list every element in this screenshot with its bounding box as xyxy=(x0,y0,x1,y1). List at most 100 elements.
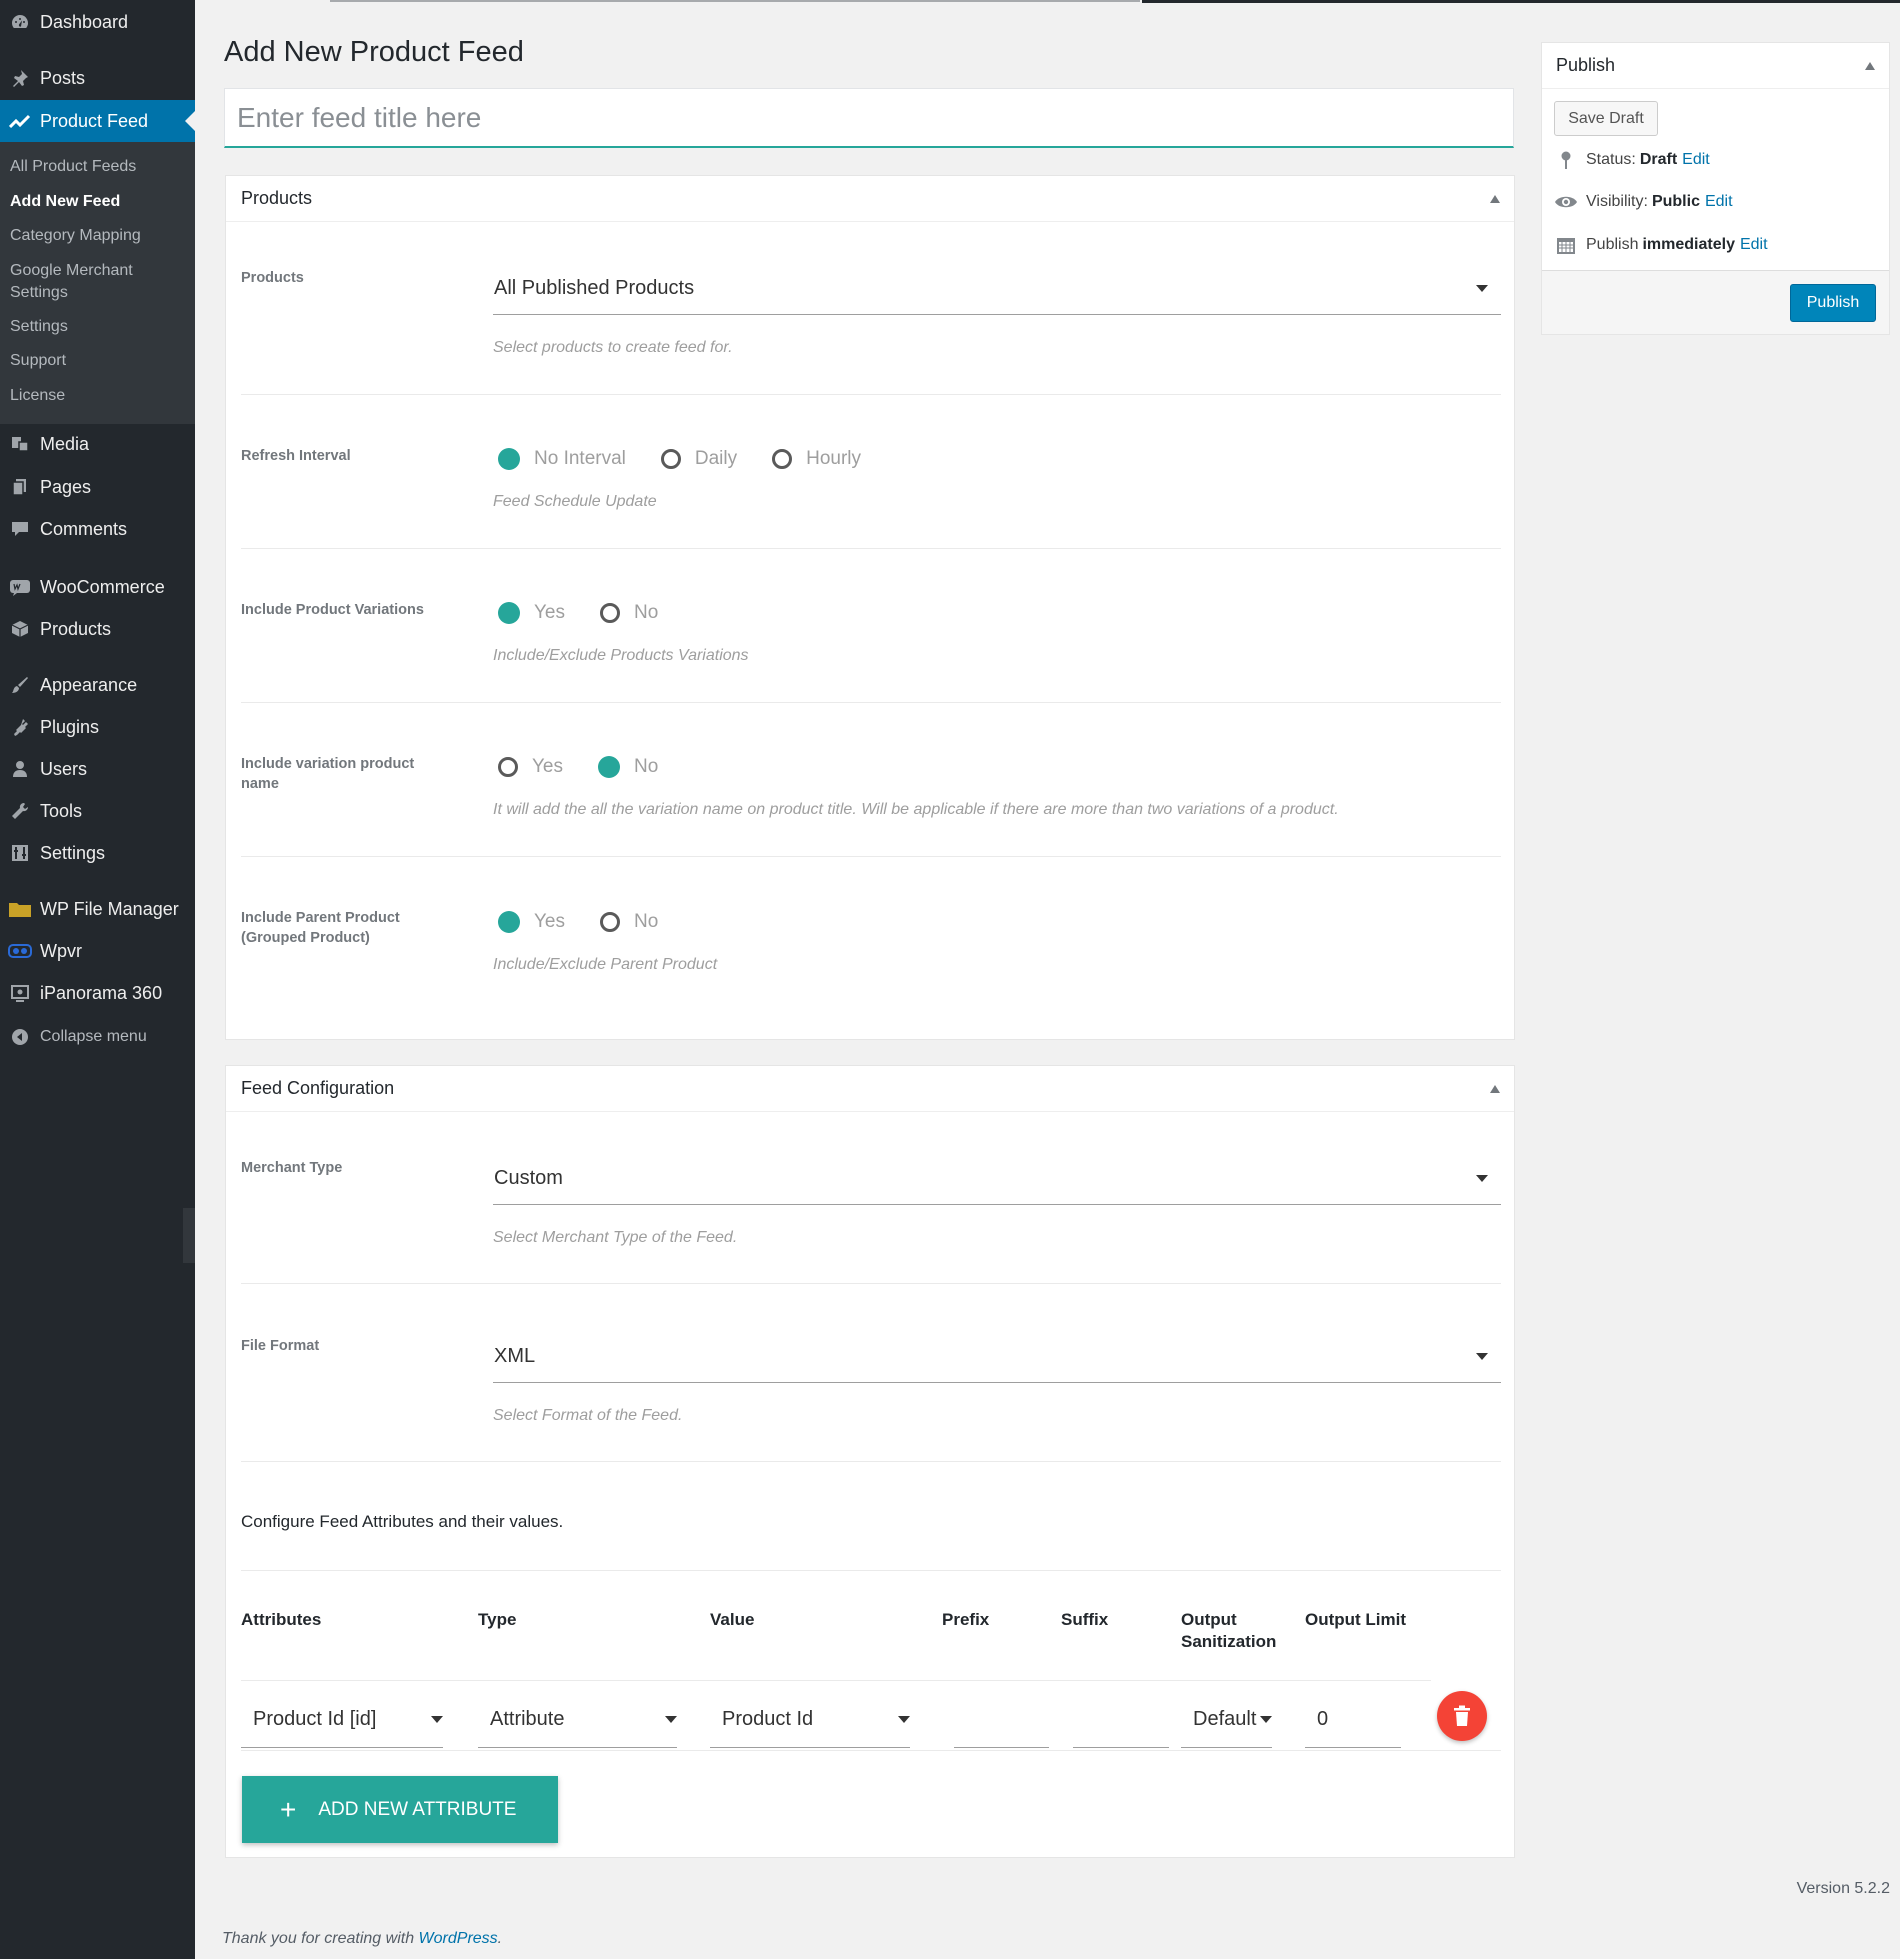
output-limit-input[interactable]: 0 xyxy=(1305,1692,1401,1748)
submenu-settings[interactable]: Settings xyxy=(10,316,68,338)
sidebar-item-users[interactable]: Users xyxy=(0,748,195,790)
suffix-input[interactable] xyxy=(1073,1692,1169,1748)
sidebar-label: iPanorama 360 xyxy=(40,982,163,1003)
radio-dot xyxy=(598,756,620,778)
type-select[interactable]: Attribute xyxy=(478,1692,677,1748)
select-value: XML xyxy=(494,1345,536,1367)
attributes-intro: Configure Feed Attributes and their valu… xyxy=(241,1512,564,1531)
radio-variations-no[interactable]: No xyxy=(595,602,658,624)
wordpress-link[interactable]: WordPress xyxy=(419,1930,498,1947)
submenu-all-feeds[interactable]: All Product Feeds xyxy=(10,156,136,178)
products-postbox-header[interactable]: Products xyxy=(226,176,1514,222)
feed-configuration-postbox: Feed Configuration Merchant Type Custom … xyxy=(225,1065,1515,1858)
pages-icon xyxy=(0,477,40,497)
submenu-add-new-feed[interactable]: Add New Feed xyxy=(10,191,120,213)
edit-status-link[interactable]: Edit xyxy=(1682,151,1710,169)
submenu-google-merchant[interactable]: Google Merchant Settings xyxy=(10,260,160,304)
prefix-input[interactable] xyxy=(954,1692,1049,1748)
select-value: Product Id [id] xyxy=(253,1708,377,1730)
chevron-down-icon xyxy=(898,1716,910,1723)
field-help: It will add the all the variation name o… xyxy=(493,801,1339,818)
sidebar-label: Media xyxy=(40,433,90,454)
submenu-license[interactable]: License xyxy=(10,385,65,407)
collapse-arrow-icon[interactable] xyxy=(1865,61,1875,70)
page-title: Add New Product Feed xyxy=(224,36,524,68)
dashboard-icon xyxy=(0,12,40,32)
col-attributes: Attributes xyxy=(241,1610,322,1629)
select-value: Product Id xyxy=(722,1708,814,1730)
publish-button[interactable]: Publish xyxy=(1790,284,1876,322)
sidebar-item-comments[interactable]: Comments xyxy=(0,508,195,550)
sidebar-item-pages[interactable]: Pages xyxy=(0,466,195,508)
sidebar-item-posts[interactable]: Posts xyxy=(0,57,195,99)
visibility-label: Visibility: xyxy=(1586,193,1648,210)
delete-attribute-button[interactable] xyxy=(1437,1691,1487,1741)
sidebar-item-dashboard[interactable]: Dashboard xyxy=(0,1,195,43)
divider xyxy=(241,1680,1431,1681)
chevron-down-icon xyxy=(1260,1716,1272,1723)
sidebar-label: Dashboard xyxy=(40,11,129,32)
sidebar-item-media[interactable]: Media xyxy=(0,423,195,465)
wrench-icon xyxy=(0,801,40,821)
sanitization-select[interactable]: Default xyxy=(1181,1692,1272,1748)
sidebar-label: Products xyxy=(40,618,112,639)
sidebar-label: Users xyxy=(40,758,88,779)
merchant-type-select[interactable]: Custom xyxy=(493,1153,1501,1205)
edit-publish-time-link[interactable]: Edit xyxy=(1740,236,1768,254)
collapse-arrow-icon[interactable] xyxy=(1490,1084,1500,1093)
chevron-down-icon xyxy=(1476,1175,1488,1182)
products-select[interactable]: All Published Products xyxy=(493,263,1501,315)
varname-radio-group: Yes No xyxy=(493,756,688,778)
radio-label: No xyxy=(634,911,659,932)
radio-daily[interactable]: Daily xyxy=(656,448,737,470)
publish-box-title: Publish xyxy=(1556,55,1616,75)
sidebar-item-wpvr[interactable]: Wpvr xyxy=(0,930,195,972)
col-output-sanitization: Output Sanitization xyxy=(1181,1610,1277,1651)
file-format-select[interactable]: XML xyxy=(493,1331,1501,1383)
save-draft-button[interactable]: Save Draft xyxy=(1554,101,1658,136)
sidebar-scroll-handle[interactable] xyxy=(183,1208,195,1263)
variations-radio-group: Yes No xyxy=(493,602,688,624)
edit-visibility-link[interactable]: Edit xyxy=(1705,193,1733,211)
sidebar-item-product-feed[interactable]: Product Feed xyxy=(0,100,195,142)
attribute-select[interactable]: Product Id [id] xyxy=(241,1692,443,1748)
select-value: All Published Products xyxy=(494,277,695,299)
submenu-category-mapping[interactable]: Category Mapping xyxy=(10,225,141,247)
field-label: Refresh Interval xyxy=(241,448,351,464)
sidebar-item-appearance[interactable]: Appearance xyxy=(0,664,195,706)
radio-parent-yes[interactable]: Yes xyxy=(493,911,565,933)
thanks-text: Thank you for creating with xyxy=(222,1930,415,1947)
radio-label: Yes xyxy=(534,602,565,623)
postbox-title: Products xyxy=(241,188,313,208)
add-new-attribute-button[interactable]: + ADD NEW ATTRIBUTE xyxy=(242,1776,558,1843)
sidebar-item-wp-file-manager[interactable]: WP File Manager xyxy=(0,888,195,930)
sidebar-item-products[interactable]: Products xyxy=(0,608,195,650)
sidebar-item-plugins[interactable]: Plugins xyxy=(0,706,195,748)
radio-no-interval[interactable]: No Interval xyxy=(493,448,626,470)
feed-config-header[interactable]: Feed Configuration xyxy=(226,1066,1514,1112)
radio-varname-yes[interactable]: Yes xyxy=(493,756,563,778)
calendar-icon xyxy=(1554,235,1578,255)
visibility-value: Public xyxy=(1651,193,1700,210)
collapse-arrow-icon[interactable] xyxy=(1490,194,1500,203)
vr-icon xyxy=(0,942,40,960)
collapse-menu-button[interactable]: Collapse menu xyxy=(0,1016,195,1058)
divider xyxy=(241,856,1501,857)
sidebar-item-ipanorama[interactable]: iPanorama 360 xyxy=(0,972,195,1014)
pin-icon xyxy=(1554,150,1578,170)
sidebar-item-settings[interactable]: Settings xyxy=(0,832,195,874)
radio-variations-yes[interactable]: Yes xyxy=(493,602,565,624)
woo-icon xyxy=(0,578,40,596)
sidebar-item-tools[interactable]: Tools xyxy=(0,790,195,832)
feed-title-input[interactable]: Enter feed title here xyxy=(224,88,1514,148)
value-select[interactable]: Product Id xyxy=(710,1692,910,1748)
divider xyxy=(241,1461,1501,1462)
radio-varname-no[interactable]: No xyxy=(593,756,658,778)
sidebar-item-woocommerce[interactable]: WooCommerce xyxy=(0,566,195,608)
submenu-support[interactable]: Support xyxy=(10,350,66,372)
chevron-down-icon xyxy=(1476,285,1488,292)
col-suffix: Suffix xyxy=(1061,1610,1109,1629)
publish-box-header[interactable]: Publish xyxy=(1542,43,1889,89)
radio-hourly[interactable]: Hourly xyxy=(767,448,861,470)
radio-parent-no[interactable]: No xyxy=(595,911,658,933)
